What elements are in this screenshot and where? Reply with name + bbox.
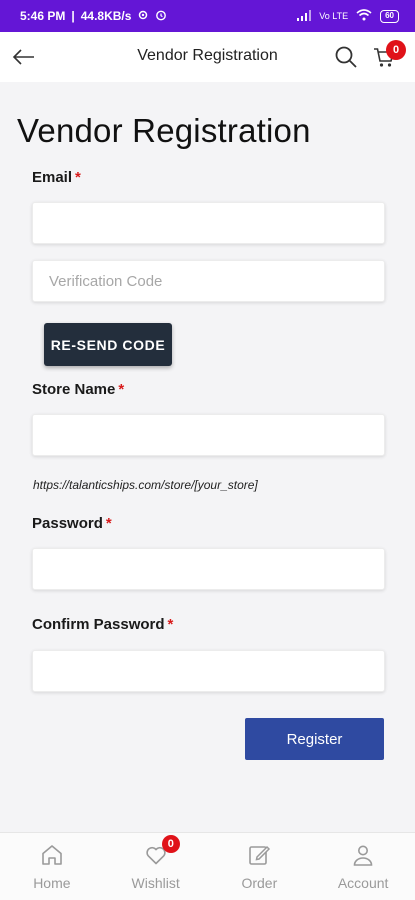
status-speed: 44.8KB/s	[80, 9, 132, 23]
store-url-hint: https://talanticships.com/store/[your_st…	[33, 478, 258, 492]
password-field[interactable]	[32, 548, 385, 590]
store-name-label: Store Name *	[32, 381, 124, 398]
nav-item-account[interactable]: Account	[311, 833, 415, 900]
resend-code-button[interactable]: RE-SEND CODE	[44, 323, 172, 366]
page-title: Vendor Registration	[17, 112, 311, 149]
arrow-left-icon	[12, 49, 34, 65]
search-button[interactable]	[332, 43, 360, 71]
alarm-icon	[155, 9, 167, 24]
verification-code-field[interactable]	[32, 260, 385, 302]
search-icon	[335, 46, 357, 68]
signal-icon	[297, 9, 312, 23]
password-label-text: Password	[32, 515, 103, 532]
network-label: Vo LTE	[319, 11, 349, 21]
confirm-password-label: Confirm Password *	[32, 616, 173, 633]
nav-label-home: Home	[33, 875, 71, 891]
back-button[interactable]	[10, 43, 38, 71]
required-mark: *	[75, 169, 81, 186]
required-mark: *	[118, 381, 125, 398]
nav-label-wishlist: Wishlist	[131, 875, 180, 891]
email-field[interactable]	[32, 202, 385, 244]
nav-item-wishlist[interactable]: 0 Wishlist	[104, 833, 208, 900]
status-separator: |	[71, 9, 75, 23]
confirm-password-field[interactable]	[32, 650, 385, 692]
bottom-nav: Home 0 Wishlist Order Account	[0, 832, 415, 900]
email-label-text: Email	[32, 169, 73, 186]
cart-count-badge: 0	[386, 40, 406, 60]
nav-label-order: Order	[241, 875, 278, 891]
edit-icon	[249, 845, 271, 865]
register-button[interactable]: Register	[245, 718, 384, 760]
user-icon	[353, 845, 373, 866]
battery-indicator: 60	[380, 9, 399, 23]
required-mark: *	[167, 616, 174, 633]
status-time: 5:46 PM	[20, 9, 66, 23]
home-icon	[42, 845, 62, 865]
app-header: Vendor Registration	[0, 32, 415, 82]
required-mark: *	[105, 515, 112, 532]
password-label: Password *	[32, 515, 112, 532]
confirm-password-label-text: Confirm Password	[32, 616, 165, 633]
nav-label-account: Account	[337, 875, 389, 891]
store-name-label-text: Store Name	[32, 381, 116, 398]
wishlist-count-badge: 0	[161, 835, 180, 853]
wifi-icon	[356, 9, 372, 23]
email-label: Email *	[32, 169, 81, 186]
status-bar: 5:46 PM | 44.8KB/s Vo LTE 60	[0, 0, 415, 32]
settings-icon	[137, 9, 149, 24]
nav-item-home[interactable]: Home	[0, 833, 104, 900]
nav-item-order[interactable]: Order	[208, 833, 312, 900]
store-name-field[interactable]	[32, 414, 385, 456]
